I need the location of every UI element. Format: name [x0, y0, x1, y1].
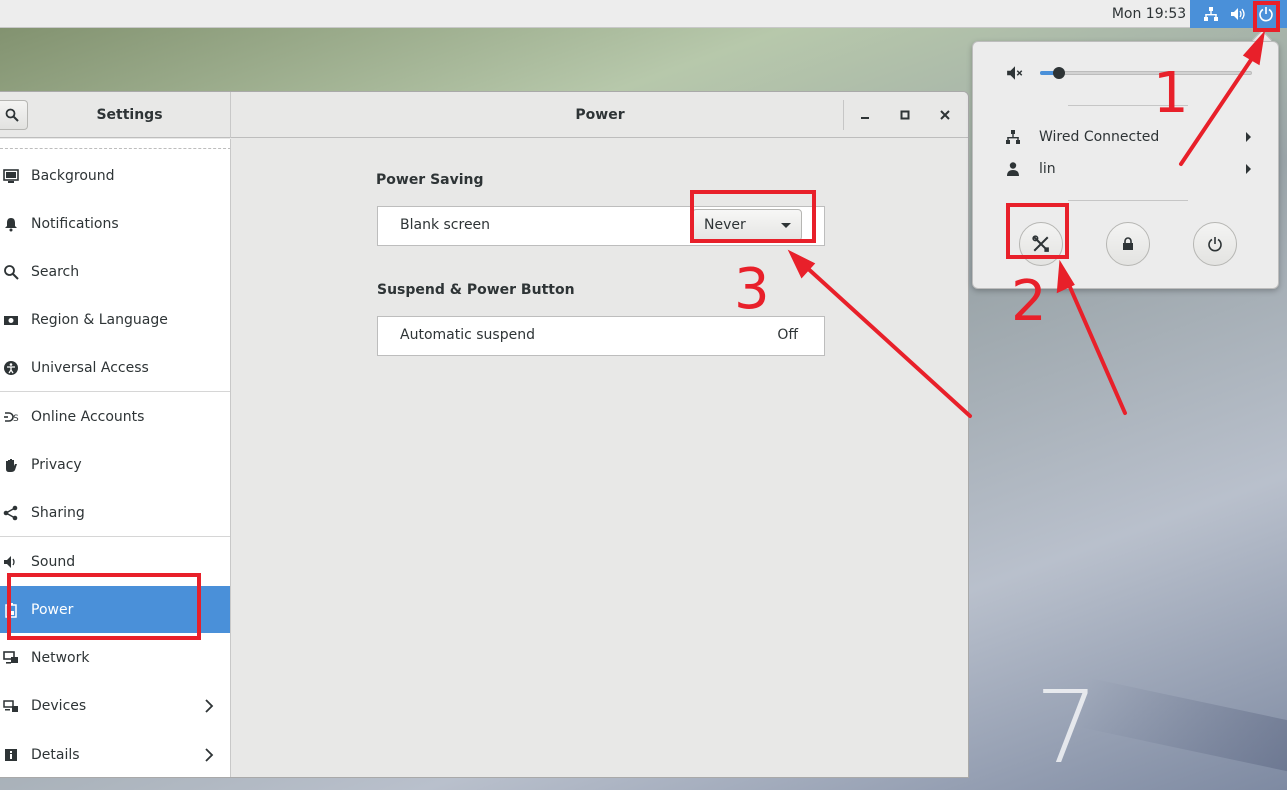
- sidebar-separator: [0, 391, 230, 392]
- lock-icon: [1123, 237, 1133, 250]
- info-icon: [5, 748, 17, 761]
- sidebar-item-label: Details: [31, 746, 80, 763]
- flag-icon: [4, 315, 18, 325]
- minimize-button[interactable]: [853, 103, 877, 127]
- annotation-box-power: [7, 573, 201, 640]
- wallpaper-streak: [1077, 677, 1287, 773]
- user-label: lin: [1039, 161, 1056, 177]
- close-button[interactable]: [933, 103, 957, 127]
- svg-text:S: S: [13, 414, 19, 424]
- power-off-button[interactable]: [1193, 222, 1237, 266]
- sidebar-item-search[interactable]: Search: [0, 248, 230, 295]
- network-icon: [3, 650, 18, 664]
- volume-icon: [1230, 6, 1246, 22]
- search-button[interactable]: [0, 100, 28, 130]
- annotation-box-3: [690, 190, 816, 243]
- chevron-right-icon: [1246, 132, 1251, 142]
- title-bar: Settings Power: [0, 92, 968, 138]
- chevron-right-icon: [205, 747, 214, 762]
- volume-muted-icon: [1007, 66, 1023, 80]
- sidebar-item-details[interactable]: Details: [0, 731, 230, 777]
- sidebar-item-label: Sound: [31, 553, 76, 570]
- bell-icon: [5, 217, 17, 231]
- titlebar-separator: [843, 100, 844, 130]
- settings-window: Settings Power Background Notifications …: [0, 91, 969, 778]
- annotation-number-3: 3: [734, 257, 770, 322]
- sidebar-item-region-language[interactable]: Region & Language: [0, 296, 230, 343]
- lock-button[interactable]: [1106, 222, 1150, 266]
- sidebar-item-sharing[interactable]: Sharing: [0, 489, 230, 536]
- chevron-right-icon: [205, 698, 214, 713]
- sidebar-separator: [0, 536, 230, 537]
- sidebar-item-label: Region & Language: [31, 311, 168, 328]
- sidebar: Background Notifications Search Region &…: [0, 139, 231, 777]
- power-off-icon: [1208, 237, 1222, 252]
- automatic-suspend-value: Off: [777, 327, 798, 343]
- hand-icon: [6, 458, 17, 472]
- volume-slider-handle[interactable]: [1053, 67, 1065, 79]
- online-accounts-icon: S: [4, 411, 19, 424]
- user-icon: [1007, 162, 1019, 176]
- sidebar-item-label: Notifications: [31, 215, 119, 232]
- network-wired-icon: [1203, 6, 1219, 22]
- volume-slider[interactable]: [1040, 71, 1252, 75]
- annotation-number-1: 1: [1153, 61, 1189, 126]
- annotation-number-2: 2: [1011, 269, 1047, 334]
- menu-separator: [1068, 200, 1188, 201]
- sidebar-item-label: Devices: [31, 697, 87, 714]
- power-saving-title: Power Saving: [376, 172, 484, 188]
- automatic-suspend-row[interactable]: Automatic suspend Off: [377, 316, 825, 356]
- clock[interactable]: Mon 19:53: [1108, 0, 1190, 28]
- automatic-suspend-label: Automatic suspend: [400, 327, 535, 343]
- sidebar-item-label: Sharing: [31, 504, 85, 521]
- chevron-right-icon: [1246, 164, 1251, 174]
- sidebar-top-border: [0, 139, 230, 149]
- sidebar-item-online-accounts[interactable]: S Online Accounts: [0, 393, 230, 440]
- sidebar-title: Settings: [96, 107, 163, 123]
- devices-icon: [3, 699, 18, 712]
- network-wired-icon: [1006, 130, 1020, 144]
- sidebar-item-universal-access[interactable]: Universal Access: [0, 344, 230, 391]
- search-icon: [4, 264, 19, 280]
- sidebar-item-notifications[interactable]: Notifications: [0, 200, 230, 247]
- annotation-arrow-2: [1064, 276, 1127, 415]
- close-icon: [940, 110, 950, 120]
- wallpaper-number: 7: [1035, 669, 1099, 786]
- sidebar-item-network[interactable]: Network: [0, 634, 230, 681]
- sidebar-item-label: Search: [31, 263, 80, 280]
- menu-item-user[interactable]: lin: [1005, 156, 1255, 182]
- menu-item-wired-network[interactable]: Wired Connected: [1005, 124, 1255, 150]
- sidebar-item-label: Network: [31, 649, 90, 666]
- sidebar-item-devices[interactable]: Devices: [0, 682, 230, 729]
- sidebar-item-privacy[interactable]: Privacy: [0, 441, 230, 488]
- speaker-icon: [4, 555, 15, 568]
- top-bar: [0, 0, 1287, 28]
- sidebar-item-label: Background: [31, 167, 115, 184]
- maximize-button[interactable]: [893, 103, 917, 127]
- sidebar-item-label: Universal Access: [31, 359, 149, 376]
- annotation-box-2: [1006, 203, 1069, 259]
- sidebar-item-label: Privacy: [31, 456, 82, 473]
- minimize-icon: [861, 117, 869, 119]
- blank-screen-label: Blank screen: [400, 217, 491, 233]
- suspend-section-title: Suspend & Power Button: [377, 282, 575, 298]
- annotation-box-1: [1253, 1, 1280, 32]
- maximize-icon: [900, 110, 910, 120]
- search-icon: [5, 108, 19, 122]
- sidebar-item-label: Online Accounts: [31, 408, 145, 425]
- sidebar-item-background[interactable]: Background: [0, 152, 230, 199]
- accessibility-icon: [4, 360, 18, 375]
- wired-network-label: Wired Connected: [1039, 129, 1160, 145]
- background-icon: [3, 168, 19, 183]
- share-icon: [3, 505, 18, 520]
